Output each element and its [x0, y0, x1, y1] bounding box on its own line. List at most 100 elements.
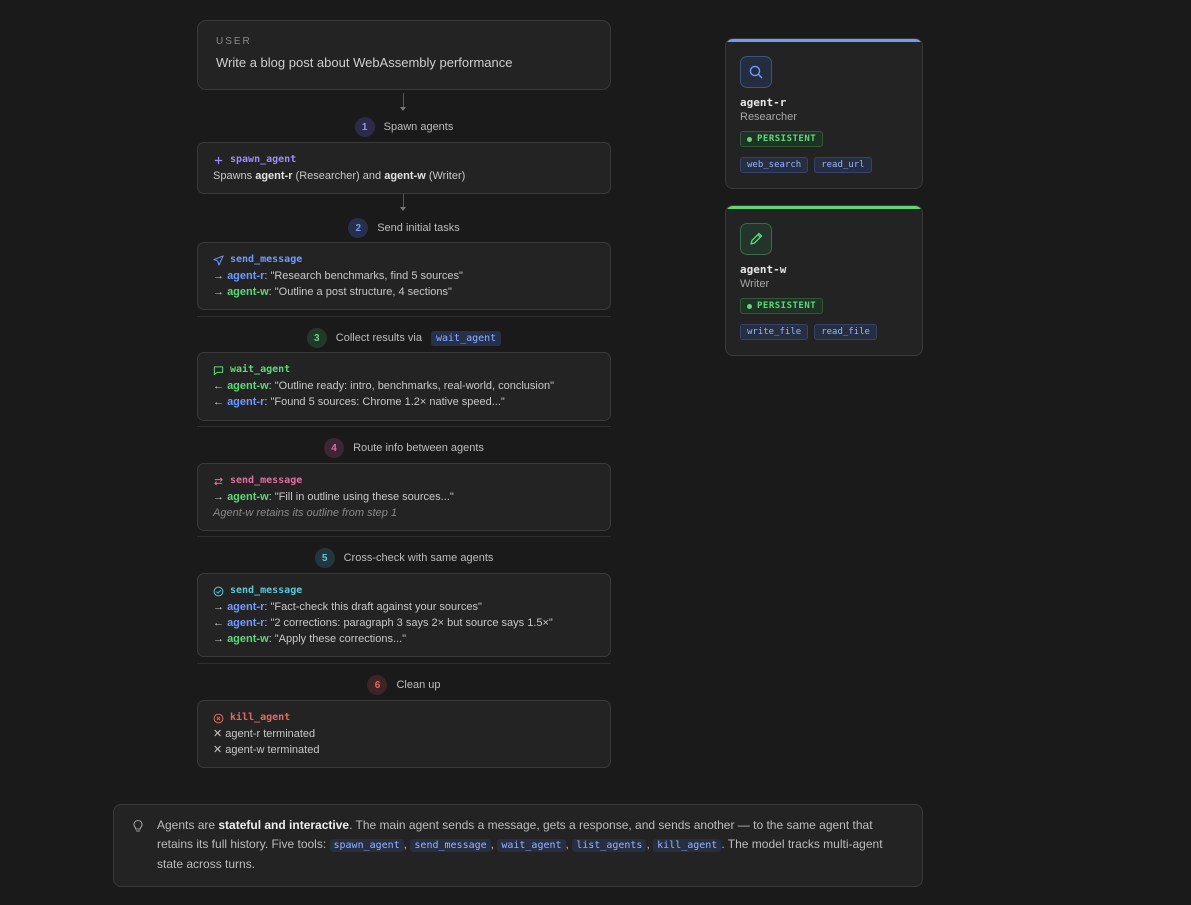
- step-number: 2: [348, 218, 369, 238]
- direction-arrow: →: [213, 491, 224, 503]
- agent-card-w: agent-w Writer PERSISTENT write_file rea…: [725, 205, 923, 356]
- info-callout: Agents are stateful and interactive. The…: [113, 804, 923, 887]
- agent-icon-box: [740, 56, 772, 88]
- message-line: ← agent-r: "Found 5 sources: Chrome 1.2×…: [213, 394, 595, 410]
- status-badge: PERSISTENT: [740, 131, 824, 147]
- message-text: : "Outline ready: intro, benchmarks, rea…: [268, 380, 555, 392]
- message-line: → agent-r: "Research benchmarks, find 5 …: [213, 268, 595, 284]
- step-3-card: wait_agent ← agent-w: "Outline ready: in…: [197, 352, 611, 421]
- status-dot: [747, 136, 752, 142]
- step-title: Route info between agents: [353, 442, 484, 454]
- message-text: : "Found 5 sources: Chrome 1.2× native s…: [264, 396, 505, 408]
- message-line: ← agent-r: "2 corrections: paragraph 3 s…: [213, 615, 595, 631]
- step-5-header: 5 Cross-check with same agents: [197, 547, 611, 569]
- agent-ref: agent-r: [227, 270, 265, 282]
- check-circle-icon: [213, 586, 224, 596]
- step-title: Send initial tasks: [377, 222, 460, 234]
- callout-text: Agents are: [157, 818, 219, 832]
- step-number: 1: [354, 117, 375, 137]
- tool-tags: write_file read_file: [740, 324, 908, 340]
- step-line: Spawns agent-r (Researcher) and agent-w …: [213, 168, 595, 184]
- message-line: → agent-w: "Outline a post structure, 4 …: [213, 284, 595, 300]
- connector-line: [403, 194, 404, 208]
- plus-icon: [214, 156, 223, 164]
- agent-name: agent-w: [740, 263, 787, 276]
- message-line: → agent-r: "Fact-check this draft agains…: [213, 599, 595, 615]
- tool-name: send_message: [230, 254, 303, 265]
- message-text: : "Apply these corrections...": [268, 633, 407, 645]
- route-icon: [214, 476, 223, 486]
- message-line: ← agent-w: "Outline ready: intro, benchm…: [213, 378, 595, 394]
- message-text: : "Research benchmarks, find 5 sources": [264, 270, 463, 282]
- agent-ref: agent-r: [227, 617, 265, 629]
- direction-arrow: ←: [213, 380, 224, 392]
- kill-text: agent-r terminated: [225, 728, 316, 740]
- pencil-icon: [750, 232, 763, 245]
- message-text: : "Fill in outline using these sources..…: [268, 491, 454, 503]
- agent-role: Researcher: [740, 111, 797, 123]
- user-prompt-text: Write a blog post about WebAssembly perf…: [216, 55, 513, 70]
- message-text: : "Outline a post structure, 4 sections": [268, 286, 452, 298]
- step-title: Collect results via: [335, 332, 422, 344]
- agent-card-r: agent-r Researcher PERSISTENT web_search…: [725, 38, 923, 189]
- agent-ref: agent-r: [227, 396, 265, 408]
- tool-line: send_message: [213, 252, 595, 268]
- step-1-header: 1 Spawn agents: [197, 116, 611, 138]
- agent-accent-bar: [726, 206, 922, 209]
- step-number: 3: [306, 328, 327, 348]
- tool-name: send_message: [230, 475, 303, 486]
- search-icon: [749, 65, 763, 79]
- status-badge: PERSISTENT: [740, 298, 824, 314]
- divider: [197, 536, 611, 537]
- step-2-header: 2 Send initial tasks: [197, 217, 611, 239]
- step-3-header: 3 Collect results via wait_agent: [197, 327, 611, 349]
- callout-emphasis: stateful and interactive: [218, 818, 350, 832]
- agent-ref: agent-w: [227, 380, 269, 392]
- direction-arrow: →: [213, 270, 224, 282]
- tool-chip: kill_agent: [653, 839, 722, 852]
- tool-line: kill_agent: [213, 710, 595, 726]
- x-circle-icon: [213, 713, 224, 723]
- direction-arrow: ←: [213, 396, 224, 408]
- agent-icon-box: [740, 223, 772, 255]
- status-text: PERSISTENT: [757, 134, 817, 144]
- tool-line: send_message: [213, 473, 595, 489]
- tool-line: send_message: [213, 583, 595, 599]
- step-number: 6: [367, 675, 388, 695]
- tool-tag: web_search: [740, 157, 809, 173]
- step-4-card: send_message → agent-w: "Fill in outline…: [197, 463, 611, 531]
- step-2-card: send_message → agent-r: "Research benchm…: [197, 242, 611, 310]
- text-segment: Spawns: [213, 170, 256, 182]
- message-icon: [213, 365, 224, 375]
- agent-ref: agent-w: [384, 170, 426, 182]
- message-text: : "Fact-check this draft against your so…: [264, 601, 482, 613]
- status-dot: [747, 303, 752, 309]
- step-4-header: 4 Route info between agents: [197, 437, 611, 459]
- tool-tag: read_file: [814, 324, 877, 340]
- connector-line: [403, 93, 404, 108]
- tool-chip: wait_agent: [497, 839, 566, 852]
- step-6-card: kill_agent ✕ agent-r terminated ✕ agent-…: [197, 700, 611, 768]
- step-title: Spawn agents: [383, 121, 454, 133]
- step-1-card: spawn_agent Spawns agent-r (Researcher) …: [197, 142, 611, 194]
- tool-name: wait_agent: [230, 364, 291, 375]
- kill-line: ✕ agent-w terminated: [213, 742, 595, 758]
- divider: [197, 316, 611, 317]
- agent-ref: agent-w: [227, 491, 269, 503]
- agent-ref: agent-w: [227, 633, 269, 645]
- status-text: PERSISTENT: [757, 301, 817, 311]
- x-icon: ✕: [213, 744, 223, 756]
- agent-role: Writer: [740, 278, 770, 290]
- step-6-header: 6 Clean up: [197, 674, 611, 696]
- agent-name: agent-r: [740, 96, 787, 109]
- tool-name: send_message: [230, 585, 303, 596]
- step-title: Clean up: [396, 679, 441, 691]
- step-note: Agent-w retains its outline from step 1: [213, 507, 398, 519]
- direction-arrow: ←: [213, 617, 224, 629]
- divider: [197, 663, 611, 664]
- tool-chip: spawn_agent: [329, 839, 404, 852]
- tool-chip: send_message: [410, 839, 491, 852]
- tool-name: kill_agent: [230, 712, 291, 723]
- divider: [197, 426, 611, 427]
- send-icon: [213, 254, 224, 266]
